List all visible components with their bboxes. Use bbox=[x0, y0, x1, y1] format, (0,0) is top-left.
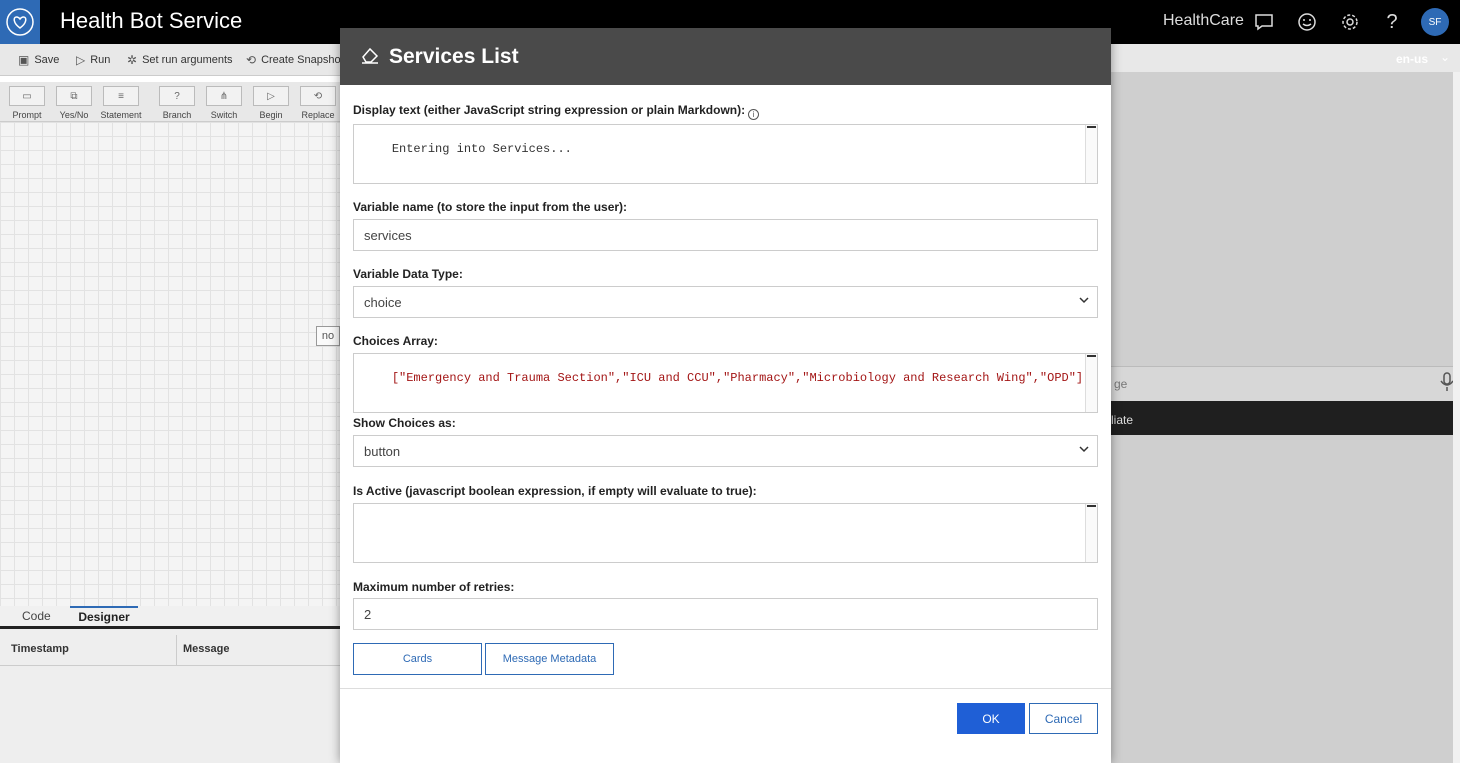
dialog-header: Services List bbox=[340, 28, 1111, 85]
smiley-icon[interactable] bbox=[1295, 10, 1319, 34]
designer-canvas[interactable] bbox=[0, 122, 340, 606]
ok-button[interactable]: OK bbox=[957, 703, 1025, 734]
palette-switch[interactable]: ⋔ Switch bbox=[202, 86, 246, 120]
create-snapshot-label: Create Snapshot bbox=[261, 54, 344, 66]
display-text-value: Entering into Services... bbox=[391, 142, 572, 156]
display-text-scrollbar[interactable] bbox=[1085, 125, 1097, 183]
run-label: Run bbox=[90, 54, 111, 66]
avatar[interactable]: SF bbox=[1421, 8, 1449, 36]
palette-yes-no-label: Yes/No bbox=[59, 110, 89, 120]
log-column-message[interactable]: Message bbox=[183, 643, 229, 655]
palette-yes-no[interactable]: ⧉ Yes/No bbox=[52, 86, 96, 120]
page-scrollbar[interactable] bbox=[1453, 72, 1460, 763]
snapshot-icon: ⟲ bbox=[246, 53, 257, 67]
dialog-footer-divider bbox=[340, 688, 1111, 689]
data-type-label: Variable Data Type: bbox=[353, 267, 463, 281]
chat-message-placeholder: ge bbox=[1114, 377, 1128, 391]
chat-message-input[interactable] bbox=[1111, 366, 1453, 401]
palette-begin[interactable]: ▷ Begin bbox=[249, 86, 293, 120]
data-type-select[interactable]: choice bbox=[353, 286, 1098, 318]
yes-no-icon: ⧉ bbox=[56, 86, 92, 106]
show-choices-value: button bbox=[364, 443, 401, 459]
chevron-down-icon[interactable]: ⌄ bbox=[1440, 50, 1450, 64]
log-panel: Timestamp Message bbox=[0, 626, 340, 763]
tab-designer[interactable]: Designer bbox=[70, 606, 138, 624]
set-run-arguments-button[interactable]: ✲ Set run arguments bbox=[127, 53, 233, 67]
choices-array-scrollbar[interactable] bbox=[1085, 354, 1097, 412]
is-active-label: Is Active (javascript boolean expression… bbox=[353, 484, 757, 498]
chevron-down-icon bbox=[1079, 444, 1089, 456]
canvas-node-no[interactable]: no bbox=[316, 326, 340, 346]
branch-icon: ? bbox=[159, 86, 195, 106]
variable-name-label: Variable name (to store the input from t… bbox=[353, 200, 628, 214]
cancel-button[interactable]: Cancel bbox=[1029, 703, 1098, 734]
display-text-label: Display text (either JavaScript string e… bbox=[353, 103, 746, 117]
log-header-divider bbox=[0, 665, 340, 666]
tab-code[interactable]: Code bbox=[22, 609, 51, 623]
show-choices-select[interactable]: button bbox=[353, 435, 1098, 467]
gear-icon[interactable] bbox=[1338, 10, 1362, 34]
info-icon[interactable]: i bbox=[748, 109, 759, 120]
prompt-icon: ▭ bbox=[9, 86, 45, 106]
choices-array-editor[interactable]: ["Emergency and Trauma Section","ICU and… bbox=[353, 353, 1098, 413]
language-selector[interactable]: en-us bbox=[1396, 52, 1428, 66]
palette-prompt-label: Prompt bbox=[12, 110, 42, 120]
choices-array-label: Choices Array: bbox=[353, 334, 438, 348]
palette-branch-label: Branch bbox=[162, 110, 192, 120]
palette-replace[interactable]: ⟲ Replace bbox=[296, 86, 340, 120]
log-column-timestamp[interactable]: Timestamp bbox=[11, 643, 69, 655]
play-icon: ▷ bbox=[76, 53, 86, 67]
help-icon[interactable]: ? bbox=[1380, 10, 1404, 34]
services-list-dialog: Services List Display text (either JavaS… bbox=[340, 28, 1111, 763]
palette-begin-label: Begin bbox=[259, 110, 283, 120]
chat-action-label: liate bbox=[1111, 413, 1134, 427]
data-type-value: choice bbox=[364, 294, 402, 310]
palette-statement-label: Statement bbox=[100, 110, 142, 120]
variable-name-input[interactable]: services bbox=[353, 219, 1098, 251]
palette-replace-label: Replace bbox=[301, 110, 335, 120]
replace-icon: ⟲ bbox=[300, 86, 336, 106]
log-column-divider bbox=[176, 635, 177, 665]
tenant-name[interactable]: HealthCare bbox=[1163, 12, 1244, 30]
palette-statement[interactable]: ≡ Statement bbox=[99, 86, 143, 120]
max-retries-label: Maximum number of retries: bbox=[353, 580, 515, 594]
max-retries-input[interactable]: 2 bbox=[353, 598, 1098, 630]
chat-action-bar[interactable] bbox=[1111, 401, 1453, 435]
cards-button[interactable]: Cards bbox=[353, 643, 482, 675]
chat-icon[interactable] bbox=[1252, 10, 1276, 34]
save-label: Save bbox=[34, 54, 60, 66]
palette-prompt[interactable]: ▭ Prompt bbox=[5, 86, 49, 120]
app-title: Health Bot Service bbox=[60, 8, 243, 33]
create-snapshot-button[interactable]: ⟲ Create Snapshot bbox=[246, 53, 344, 67]
save-button[interactable]: ▣ Save bbox=[18, 53, 59, 67]
palette-switch-label: Switch bbox=[210, 110, 238, 120]
is-active-editor[interactable] bbox=[353, 503, 1098, 563]
eraser-icon bbox=[360, 46, 380, 69]
heart-logo-icon[interactable] bbox=[0, 0, 40, 44]
run-button[interactable]: ▷ Run bbox=[76, 53, 110, 67]
palette-branch[interactable]: ? Branch bbox=[155, 86, 199, 120]
message-metadata-button[interactable]: Message Metadata bbox=[485, 643, 614, 675]
switch-icon: ⋔ bbox=[206, 86, 242, 106]
show-choices-label: Show Choices as: bbox=[353, 416, 456, 430]
begin-icon: ▷ bbox=[253, 86, 289, 106]
microphone-icon[interactable] bbox=[1440, 372, 1454, 397]
save-icon: ▣ bbox=[18, 53, 30, 67]
statement-icon: ≡ bbox=[103, 86, 139, 106]
node-palette: ▭ Prompt ⧉ Yes/No ≡ Statement ? Branch ⋔… bbox=[0, 82, 340, 122]
bug-icon: ✲ bbox=[127, 53, 138, 67]
is-active-scrollbar[interactable] bbox=[1085, 504, 1097, 562]
editor-tabs: Code Designer bbox=[0, 606, 340, 626]
set-run-arguments-label: Set run arguments bbox=[142, 54, 233, 66]
dialog-title: Services List bbox=[389, 45, 519, 68]
display-text-editor[interactable]: Entering into Services... bbox=[353, 124, 1098, 184]
choices-array-value: ["Emergency and Trauma Section","ICU and… bbox=[391, 371, 1084, 385]
chevron-down-icon bbox=[1079, 295, 1089, 307]
